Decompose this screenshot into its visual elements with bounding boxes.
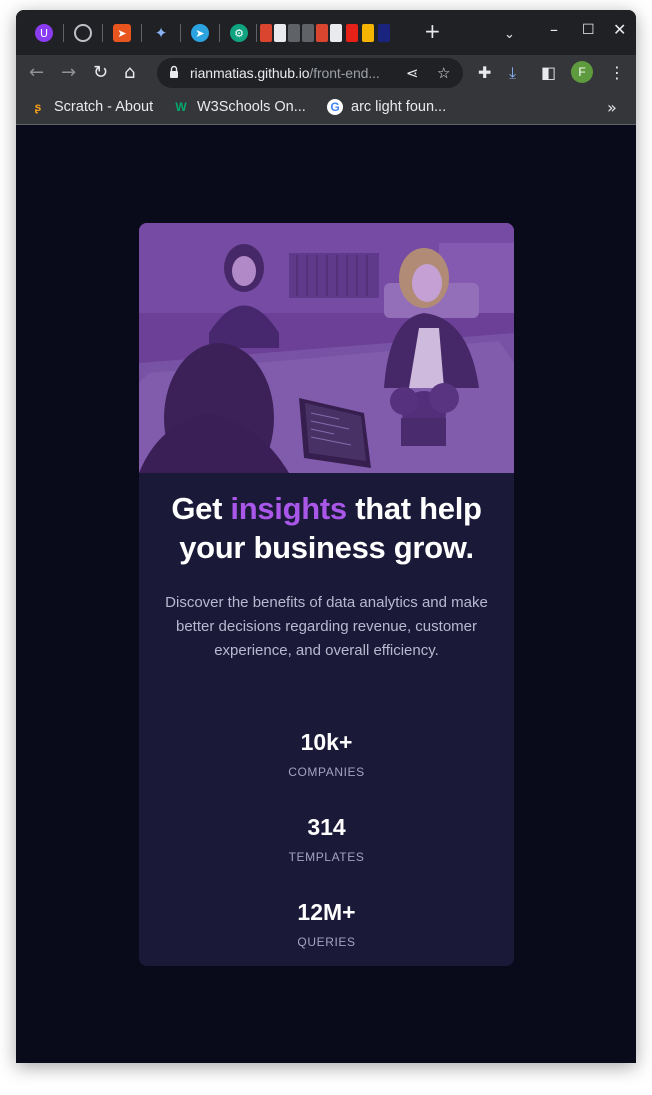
gemini-tab-icon[interactable]: ✦ (152, 24, 170, 42)
browser-toolbar: ← → ↻ ⌂ rianmatias.github.io/front-end..… (16, 55, 636, 91)
pinned-tab-icon[interactable] (330, 24, 342, 42)
stat-label: QUERIES (297, 935, 356, 949)
lock-icon (170, 65, 178, 78)
new-tab-button[interactable]: + (424, 21, 441, 41)
stats-card: Get insights that help your business gro… (139, 223, 514, 966)
bookmarks-bar: ʂ Scratch - About W W3Schools On... G ar… (16, 91, 636, 125)
w3schools-icon: W (175, 100, 187, 114)
tab-separator (102, 24, 103, 42)
pinned-tab-icon[interactable] (362, 24, 374, 42)
stat-label: COMPANIES (288, 765, 365, 779)
pinned-tab-icon[interactable] (260, 24, 272, 42)
browser-window: U ➤ ✦ ➤ ⚙ + ⌄ – ☐ ✕ ← → ↻ ⌂ rianmatias.g… (16, 10, 636, 1063)
medium-tab-icon[interactable] (274, 24, 286, 42)
pinned-tab-icon[interactable] (302, 24, 314, 42)
bookmark-label: W3Schools On... (197, 99, 306, 115)
menu-kebab-icon[interactable]: ⋮ (609, 63, 625, 83)
telegram-tab-icon[interactable]: ➤ (191, 24, 209, 42)
profile-avatar[interactable]: F (571, 61, 593, 83)
more-bookmarks-chevron-icon[interactable]: » (607, 98, 617, 117)
download-icon[interactable]: ⤓ (509, 63, 516, 83)
udemy-tab-icon[interactable]: U (35, 24, 53, 42)
postman-tab-icon[interactable]: ➤ (113, 24, 131, 42)
office-photo (139, 223, 514, 473)
maximize-button[interactable]: ☐ (582, 20, 595, 40)
share-icon[interactable]: ⋖ (406, 64, 419, 82)
stat-value: 10k+ (300, 729, 353, 755)
bookmark-w3schools[interactable]: W W3Schools On... (173, 99, 306, 115)
stat-label: TEMPLATES (288, 850, 365, 864)
back-arrow-icon[interactable]: ← (29, 62, 44, 84)
tab-separator (256, 24, 257, 42)
bookmark-google[interactable]: G arc light foun... (327, 99, 446, 115)
youtube-tab-icon[interactable] (346, 24, 358, 42)
page-viewport: Get insights that help your business gro… (16, 126, 636, 1063)
google-icon: G (327, 99, 343, 115)
extensions-puzzle-icon[interactable]: ✚ (478, 63, 491, 83)
tab-separator (180, 24, 181, 42)
tab-separator (141, 24, 142, 42)
bookmark-scratch[interactable]: ʂ Scratch - About (30, 99, 153, 115)
github-tab-icon[interactable] (74, 24, 92, 42)
tab-separator (219, 24, 220, 42)
pinned-tab-icon[interactable] (378, 24, 390, 42)
home-icon[interactable]: ⌂ (124, 62, 135, 84)
pinned-tab-icon[interactable] (316, 24, 328, 42)
stat-value: 314 (307, 814, 346, 840)
description: Discover the benefits of data analytics … (165, 594, 488, 659)
forward-arrow-icon[interactable]: → (61, 62, 76, 84)
close-window-button[interactable]: ✕ (613, 20, 626, 40)
stat-queries: 12M+ QUERIES (139, 898, 514, 949)
headline-text: Get (171, 491, 231, 526)
stat-companies: 10k+ COMPANIES (139, 728, 514, 779)
address-bar[interactable]: rianmatias.github.io/front-end... ⋖ ☆ (157, 58, 463, 88)
hero-image (139, 223, 514, 473)
headline: Get insights that help your business gro… (139, 489, 514, 567)
bookmark-label: arc light foun... (351, 99, 447, 115)
bookmark-star-icon[interactable]: ☆ (437, 64, 450, 82)
url-text[interactable]: rianmatias.github.io/front-end... (190, 65, 380, 81)
tab-search-chevron-icon[interactable]: ⌄ (504, 25, 515, 45)
minimize-button[interactable]: – (550, 20, 558, 40)
stat-value: 12M+ (297, 899, 356, 925)
tab-separator (63, 24, 64, 42)
scratch-icon: ʂ (34, 100, 42, 114)
side-panel-icon[interactable]: ◧ (541, 63, 556, 83)
bookmark-label: Scratch - About (54, 99, 154, 115)
pinned-tab-icon[interactable] (288, 24, 300, 42)
headline-accent: insights (230, 491, 347, 526)
tab-strip: U ➤ ✦ ➤ ⚙ + ⌄ – ☐ ✕ (16, 10, 636, 55)
chatgpt-tab-icon[interactable]: ⚙ (230, 24, 248, 42)
stat-templates: 314 TEMPLATES (139, 813, 514, 864)
reload-icon[interactable]: ↻ (93, 62, 108, 84)
